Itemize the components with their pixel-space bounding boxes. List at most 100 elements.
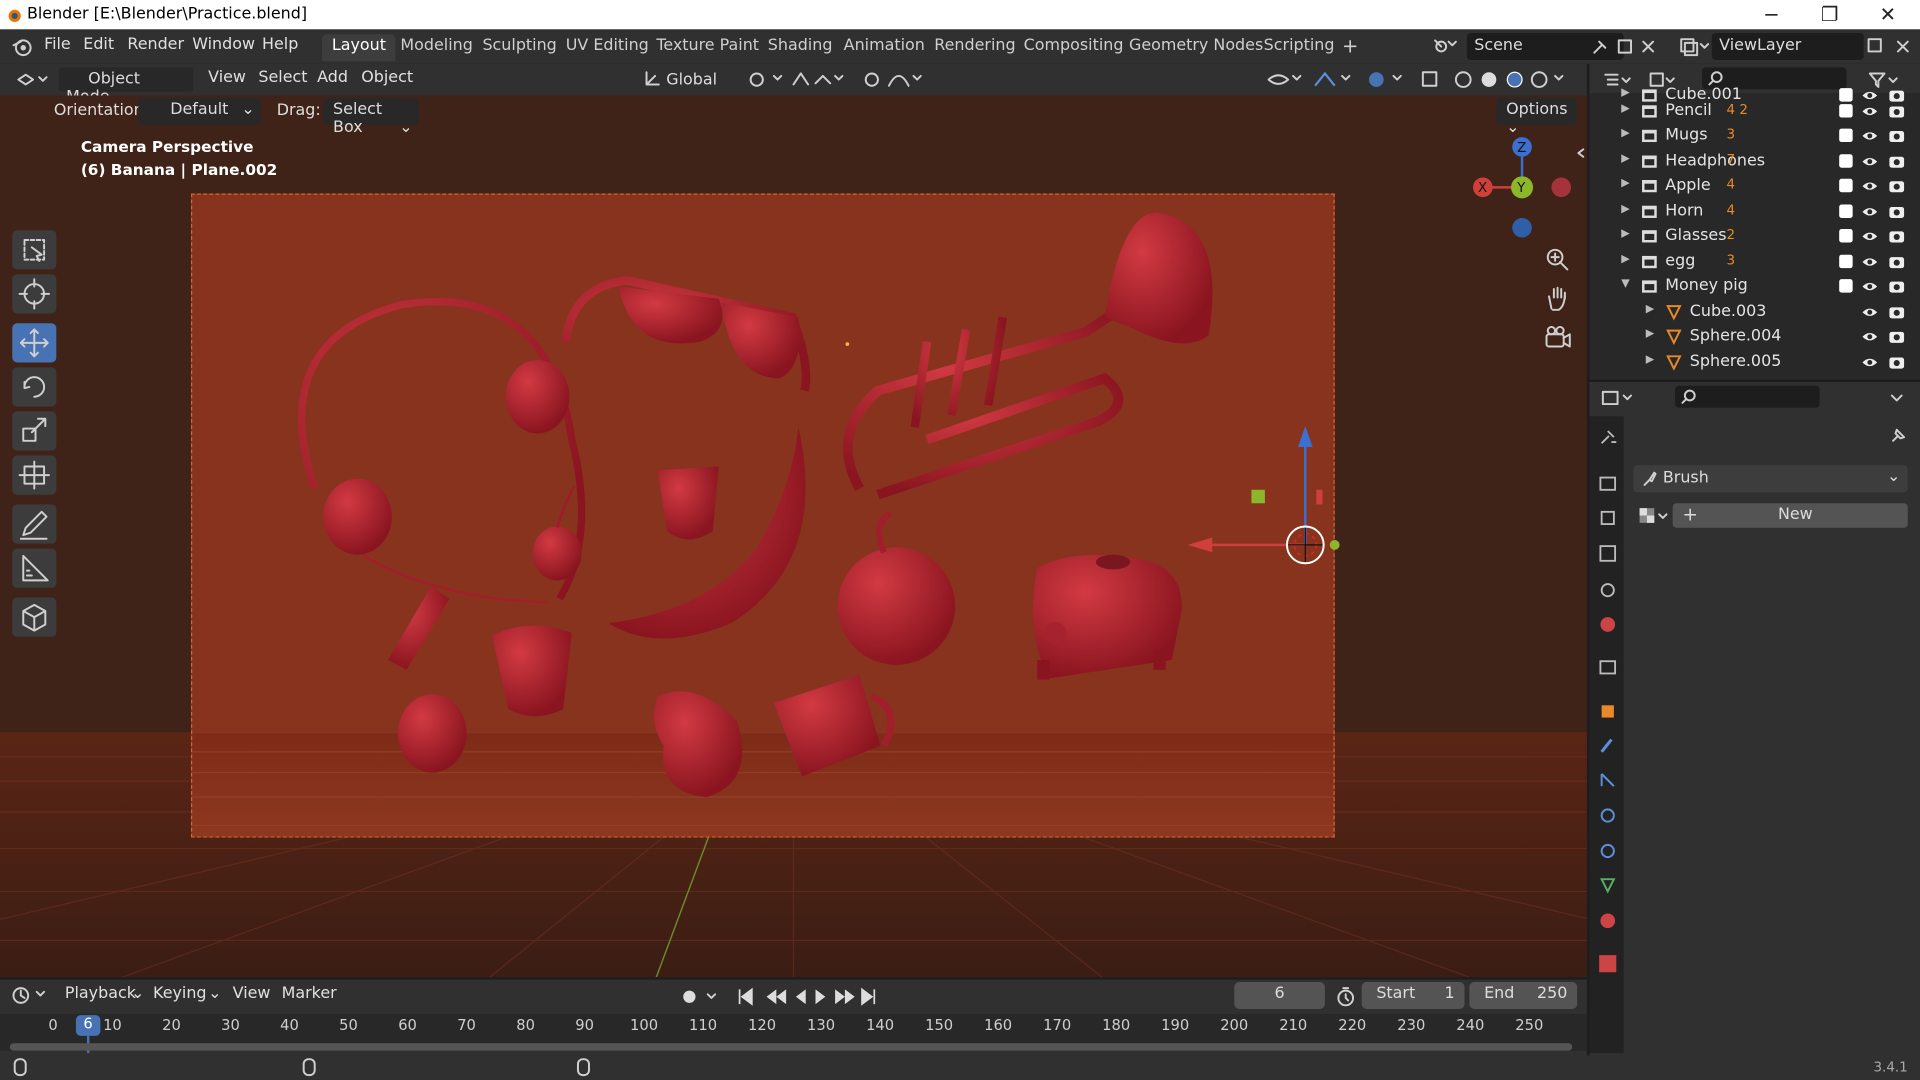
expand-right-icon[interactable]: ▶ <box>1646 303 1654 315</box>
scale-tool[interactable] <box>12 411 57 451</box>
outliner-row[interactable]: ▶ Apple 4 <box>1589 174 1920 198</box>
tab-scripting[interactable]: Scripting <box>1254 34 1344 61</box>
camera-render-icon[interactable] <box>1888 152 1905 169</box>
exclude-checkbox[interactable] <box>1839 178 1853 193</box>
exclude-checkbox[interactable] <box>1839 254 1853 268</box>
eye-icon[interactable] <box>1861 127 1878 144</box>
view-layer-icon[interactable] <box>1678 37 1710 57</box>
viewport-overlay-shading-icons[interactable] <box>1264 69 1582 91</box>
playback-controls[interactable] <box>676 984 884 1008</box>
transform-orientation-dropdown[interactable]: Global ⌄ <box>637 67 737 108</box>
menu-help[interactable]: Help <box>262 36 298 54</box>
maximize-button[interactable]: ❐ <box>1821 2 1839 25</box>
tab-animation[interactable]: Animation <box>834 34 935 61</box>
tab-uv-editing[interactable]: UV Editing <box>556 34 659 61</box>
scene-actions-icon[interactable] <box>1589 37 1662 57</box>
blender-menu-icon[interactable] <box>11 36 33 58</box>
tab-sculpting[interactable]: Sculpting <box>473 34 567 61</box>
timeline-menu-view[interactable]: View <box>233 984 271 1002</box>
eye-icon[interactable] <box>1861 152 1878 169</box>
stopwatch-icon[interactable] <box>1335 986 1357 1008</box>
select-box-tool[interactable] <box>12 230 57 270</box>
outliner-row[interactable]: ▼ Money pig <box>1589 274 1920 298</box>
menu-window[interactable]: Window <box>192 36 255 54</box>
expand-right-icon[interactable]: ▶ <box>1621 127 1629 139</box>
exclude-checkbox[interactable] <box>1839 153 1853 168</box>
close-button[interactable]: ✕ <box>1880 2 1896 25</box>
expand-down-icon[interactable]: ▼ <box>1621 278 1629 290</box>
camera-render-icon[interactable] <box>1888 253 1905 270</box>
eye-icon[interactable] <box>1861 278 1878 295</box>
eye-icon[interactable] <box>1861 178 1878 195</box>
navigation-gizmo[interactable]: Z Y X <box>1464 132 1577 242</box>
tab-texture-paint[interactable]: Texture Paint <box>647 34 769 61</box>
timeline-menu-marker[interactable]: Marker <box>282 984 337 1002</box>
menu-render[interactable]: Render <box>127 36 184 54</box>
camera-render-icon[interactable] <box>1888 303 1905 320</box>
scene-selector-icon[interactable] <box>1430 36 1464 58</box>
camera-render-icon[interactable] <box>1888 102 1905 119</box>
exclude-checkbox[interactable] <box>1839 228 1853 243</box>
outliner-row[interactable]: ▶ Sphere.005 <box>1589 350 1920 374</box>
camera-render-icon[interactable] <box>1888 328 1905 345</box>
outliner-row[interactable]: ▶ Headphones 7 <box>1589 149 1920 173</box>
exclude-checkbox[interactable] <box>1839 128 1853 143</box>
tab-compositing[interactable]: Compositing <box>1014 34 1133 61</box>
transform-tool[interactable] <box>12 455 57 495</box>
viewport-menu-select[interactable]: Select <box>258 69 307 87</box>
minimize-button[interactable]: − <box>1763 2 1779 25</box>
outliner-row[interactable]: ▶ Cube.003 <box>1589 299 1920 323</box>
outliner-row[interactable]: ▶ Glasses 2 <box>1589 224 1920 248</box>
camera-render-icon[interactable] <box>1888 228 1905 245</box>
expand-right-icon[interactable]: ▶ <box>1621 102 1629 114</box>
exclude-checkbox[interactable] <box>1839 203 1853 218</box>
exclude-checkbox[interactable] <box>1839 279 1853 293</box>
current-frame-field[interactable]: 6 <box>1234 982 1325 1009</box>
start-frame-field[interactable]: Start 1 <box>1361 982 1465 1009</box>
add-workspace-button[interactable]: + <box>1332 32 1368 59</box>
outliner-row[interactable]: ▶ Pencil 4 2 <box>1589 99 1920 123</box>
drag-dropdown[interactable]: Select Box ⌄ <box>323 97 419 137</box>
orientation-dropdown[interactable]: Default ⌄ <box>138 97 261 125</box>
playhead[interactable]: 6 <box>75 1015 101 1036</box>
properties-editor-type-icon[interactable] <box>1599 387 1641 409</box>
cursor-tool[interactable] <box>12 274 57 314</box>
tab-shading[interactable]: Shading <box>758 34 842 61</box>
measure-tool[interactable] <box>12 548 57 588</box>
properties-search-input[interactable] <box>1675 385 1820 408</box>
timeline-menu-playback[interactable]: Playback <box>65 984 136 1002</box>
tab-geometry-nodes[interactable]: Geometry Nodes <box>1119 34 1273 61</box>
outliner-row[interactable]: ▶ Mugs 3 <box>1589 124 1920 148</box>
3d-viewport[interactable]: Camera Perspective (6) Banana | Plane.00… <box>0 95 1587 978</box>
expand-right-icon[interactable]: ▶ <box>1621 152 1629 164</box>
object-mode-dropdown[interactable]: Object Mode⌄ <box>58 67 194 107</box>
camera-render-icon[interactable] <box>1888 127 1905 144</box>
new-texture-button[interactable]: + New <box>1672 503 1908 528</box>
camera-render-icon[interactable] <box>1888 203 1905 220</box>
end-frame-field[interactable]: End 250 <box>1469 982 1578 1009</box>
tab-layout[interactable]: Layout <box>322 34 396 62</box>
timeline-scrollbar[interactable] <box>9 1043 1573 1051</box>
tab-rendering[interactable]: Rendering <box>924 34 1025 61</box>
move-tool[interactable] <box>12 323 57 363</box>
tab-modeling[interactable]: Modeling <box>391 34 483 61</box>
editor-type-button[interactable] <box>7 67 54 91</box>
camera-render-icon[interactable] <box>1888 278 1905 295</box>
expand-right-icon[interactable]: ▶ <box>1646 328 1654 340</box>
pan-hand-icon[interactable] <box>1540 282 1574 316</box>
camera-view-icon[interactable] <box>1540 321 1574 355</box>
expand-right-icon[interactable]: ▶ <box>1621 178 1629 190</box>
expand-right-icon[interactable]: ▶ <box>1621 253 1629 265</box>
move-gizmo[interactable] <box>1176 420 1360 579</box>
brush-panel-header[interactable]: Brush ⌄ <box>1633 465 1908 493</box>
expand-right-icon[interactable]: ▶ <box>1621 228 1629 240</box>
expand-right-icon[interactable]: ▶ <box>1646 353 1654 365</box>
pivot-snap-proportional-icons[interactable] <box>744 69 928 91</box>
outliner-row[interactable]: ▶ Horn 4 <box>1589 199 1920 223</box>
eye-icon[interactable] <box>1861 353 1878 370</box>
annotate-tool[interactable] <box>12 504 57 544</box>
add-cube-tool[interactable] <box>12 597 57 637</box>
texture-browse-icon[interactable] <box>1636 504 1670 526</box>
rotate-tool[interactable] <box>12 367 57 407</box>
options-dropdown[interactable]: Options ⌄ <box>1496 97 1578 137</box>
